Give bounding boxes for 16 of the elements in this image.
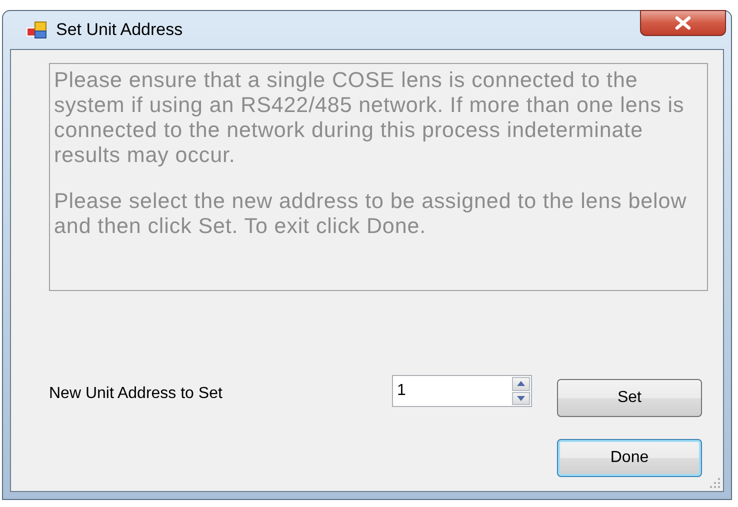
spin-down-button[interactable] xyxy=(512,392,530,405)
done-button[interactable]: Done xyxy=(557,439,702,477)
resize-grip-icon xyxy=(709,477,721,489)
set-button[interactable]: Set xyxy=(557,379,702,417)
address-label: New Unit Address to Set xyxy=(49,385,224,403)
spin-up-button[interactable] xyxy=(512,377,530,390)
app-icon xyxy=(26,20,48,40)
window-title: Set Unit Address xyxy=(56,20,183,40)
down-arrow-icon xyxy=(517,396,525,401)
address-spinbox[interactable]: 1 xyxy=(392,375,532,407)
up-arrow-icon xyxy=(517,381,525,386)
message-text: Please ensure that a single COSE lens is connected to the system if using an RS422/485 network. If more than one lens is connected to the network during this process indeterminate results may occur. xyxy=(54,68,686,168)
message-text: Please select the new address to be assigned to the lens below and then click Set. To exit click Done. xyxy=(54,189,688,239)
close-button[interactable] xyxy=(640,10,726,36)
address-input[interactable]: 1 xyxy=(393,376,511,406)
close-icon xyxy=(674,16,692,30)
